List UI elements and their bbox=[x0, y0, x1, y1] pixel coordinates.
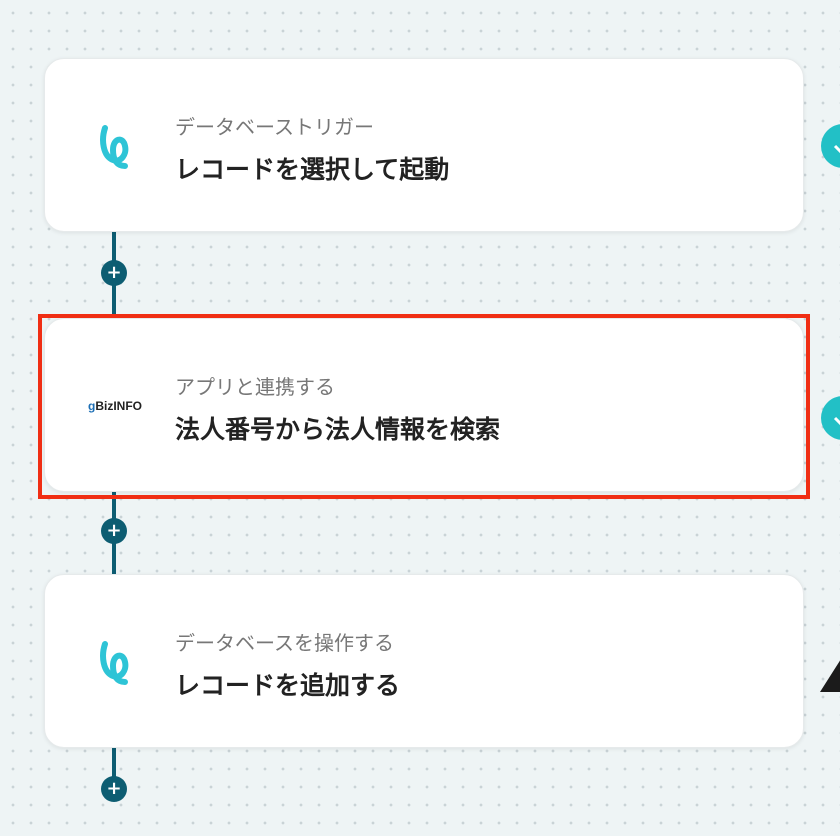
status-complete-icon bbox=[821, 396, 840, 440]
step-title: レコードを追加する bbox=[175, 671, 401, 700]
status-complete-icon bbox=[821, 124, 840, 168]
add-step-button[interactable]: + bbox=[101, 518, 127, 544]
yoom-database-icon bbox=[85, 632, 145, 692]
flow-step-card-database[interactable]: データベースを操作する レコードを追加する bbox=[44, 574, 804, 748]
add-step-button[interactable]: + bbox=[101, 260, 127, 286]
flow-step-card-app[interactable]: gBizINFO アプリと連携する 法人番号から法人情報を検索 bbox=[44, 318, 804, 492]
step-subtitle: アプリと連携する bbox=[175, 375, 335, 399]
step-title: レコードを選択して起動 bbox=[175, 155, 450, 184]
yoom-database-icon bbox=[85, 116, 145, 176]
add-step-button[interactable]: + bbox=[101, 776, 127, 802]
warning-icon bbox=[820, 648, 840, 692]
flow-step-card-trigger[interactable]: データベーストリガー レコードを選択して起動 bbox=[44, 58, 804, 232]
step-title: 法人番号から法人情報を検索 bbox=[175, 415, 501, 444]
step-subtitle: データベースを操作する bbox=[175, 631, 394, 655]
step-subtitle: データベーストリガー bbox=[175, 115, 374, 139]
gbizinfo-logo: gBizINFO bbox=[87, 399, 142, 413]
